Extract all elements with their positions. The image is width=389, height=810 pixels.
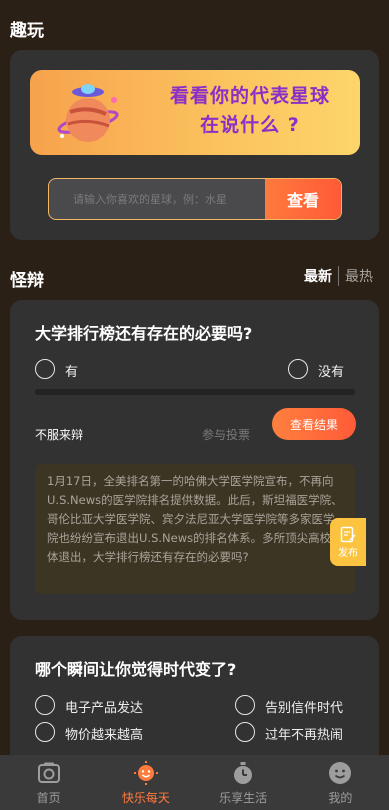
- tab-happy-daily-label: 快乐每天: [121, 790, 170, 805]
- debate-question-2: 哪个瞬间让你觉得时代变了?: [35, 660, 237, 679]
- option-radio[interactable]: [35, 695, 55, 715]
- fun-card: 看看你的代表星球 在说什么 ? 查看: [10, 50, 379, 240]
- option-radio[interactable]: [235, 722, 255, 742]
- planet-search-input[interactable]: [49, 179, 263, 219]
- option-radio[interactable]: [235, 695, 255, 715]
- debate-section-title: 怪辩: [10, 271, 44, 291]
- sort-tab-hot[interactable]: 最热: [339, 266, 379, 286]
- debate-question: 大学排行榜还有存在的必要吗?: [35, 324, 253, 343]
- tab-enjoy-life-label: 乐享生活: [219, 790, 268, 805]
- bottom-tabbar: 首页 快乐每天 乐享生活 我的: [0, 755, 389, 810]
- publish-label: 发布: [338, 547, 358, 559]
- tab-mine-label: 我的: [328, 790, 353, 805]
- option-label[interactable]: 过年不再热闹: [265, 724, 343, 743]
- vote-progress-bar: [35, 389, 355, 395]
- sort-tabs: 最新 最热: [298, 266, 379, 286]
- face-icon: [329, 761, 352, 784]
- join-vote-label: 参与投票: [202, 428, 251, 442]
- banner-title-line1: 看看你的代表星球: [169, 85, 330, 107]
- banner-title-line2: 在说什么 ?: [200, 114, 300, 136]
- camera-icon: [37, 762, 60, 783]
- debate-comment: 1月17日，全美排名第一的哈佛大学医学院宣布，不再向U.S.News的医学院排名…: [35, 464, 355, 594]
- option-yes-radio[interactable]: [35, 359, 55, 379]
- planet-search: 查看: [48, 178, 342, 220]
- tab-home[interactable]: 首页: [0, 755, 97, 810]
- option-yes-label[interactable]: 有: [65, 361, 78, 380]
- smile-sun-icon: [133, 760, 158, 785]
- dissent-label: 不服来辩: [35, 428, 84, 442]
- fun-section-title: 趣玩: [10, 21, 44, 41]
- view-button[interactable]: 查看: [265, 179, 341, 219]
- edit-note-icon: [340, 526, 356, 542]
- planet-icon: [57, 84, 119, 142]
- option-no-radio[interactable]: [288, 359, 308, 379]
- publish-button[interactable]: 发布: [330, 518, 366, 566]
- tab-enjoy-life[interactable]: 乐享生活: [195, 755, 292, 810]
- stopwatch-icon: [234, 761, 253, 784]
- sort-tab-latest[interactable]: 最新: [298, 266, 338, 286]
- planet-banner[interactable]: 看看你的代表星球 在说什么 ?: [30, 70, 360, 155]
- tab-happy-daily[interactable]: 快乐每天: [97, 755, 194, 810]
- tab-home-label: 首页: [36, 790, 61, 805]
- option-label[interactable]: 物价越来越高: [65, 724, 143, 743]
- option-label[interactable]: 告别信件时代: [265, 697, 343, 716]
- option-no-label[interactable]: 没有: [318, 361, 344, 380]
- tab-mine[interactable]: 我的: [292, 755, 389, 810]
- option-radio[interactable]: [35, 722, 55, 742]
- debate-card: 大学排行榜还有存在的必要吗? 有 没有 不服来辩 参与投票 查看结果 1月17日…: [10, 300, 379, 620]
- option-label[interactable]: 电子产品发达: [65, 697, 143, 716]
- view-result-button[interactable]: 查看结果: [272, 408, 356, 440]
